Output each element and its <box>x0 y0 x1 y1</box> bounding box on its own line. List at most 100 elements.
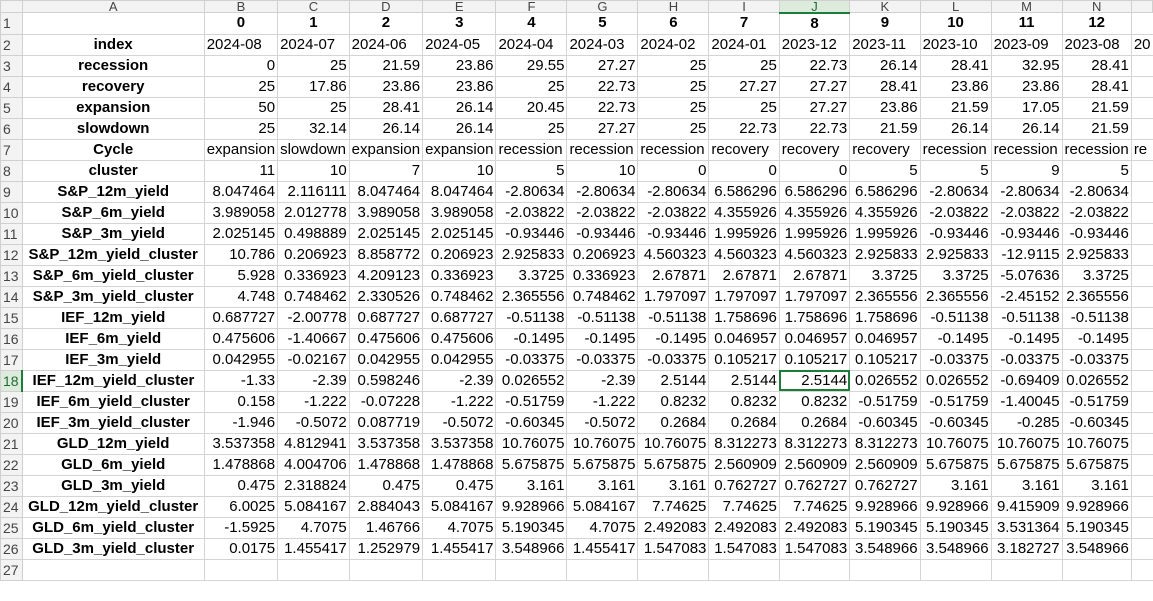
row-header[interactable]: 17 <box>0 348 23 371</box>
row-header[interactable]: 22 <box>0 453 23 476</box>
data-cell[interactable]: 1.547083 <box>637 537 710 560</box>
row-header[interactable]: 26 <box>0 537 23 560</box>
data-cell[interactable]: 0 <box>778 159 851 182</box>
data-cell[interactable]: -0.93446 <box>495 222 568 245</box>
data-cell[interactable]: 23.86 <box>849 96 921 119</box>
data-cell[interactable]: 23.86 <box>422 54 497 77</box>
row-label-cell[interactable]: GLD_3m_yield_cluster <box>21 537 205 560</box>
data-cell[interactable]: 10 <box>566 159 639 182</box>
data-cell[interactable]: -0.51759 <box>919 390 992 413</box>
data-cell[interactable]: -0.03375 <box>637 348 710 371</box>
data-cell[interactable] <box>1130 474 1153 497</box>
data-cell[interactable]: 0.687727 <box>348 306 424 329</box>
data-cell[interactable] <box>637 558 710 581</box>
data-cell[interactable]: 2.925833 <box>495 243 568 266</box>
column-header-l[interactable]: L <box>919 0 992 13</box>
data-cell[interactable]: 28.41 <box>1061 75 1132 98</box>
row-header[interactable]: 4 <box>0 75 23 98</box>
data-cell[interactable]: 5 <box>495 159 568 182</box>
data-cell[interactable] <box>708 558 780 581</box>
data-cell[interactable]: 2.365556 <box>849 285 921 308</box>
data-cell[interactable]: -0.60345 <box>849 411 921 434</box>
column-header-overflow[interactable] <box>1130 0 1153 13</box>
data-cell[interactable] <box>1130 264 1153 287</box>
data-cell[interactable]: 2.560909 <box>778 453 851 476</box>
data-cell[interactable]: 0.042955 <box>348 348 424 371</box>
data-cell[interactable]: -0.1495 <box>1061 327 1132 350</box>
data-cell[interactable]: -0.93446 <box>566 222 639 245</box>
data-cell[interactable] <box>1130 537 1153 560</box>
data-cell[interactable]: 1.547083 <box>708 537 780 560</box>
data-cell[interactable]: -2.03822 <box>495 201 568 224</box>
data-cell[interactable]: 27.27 <box>778 96 851 119</box>
data-cell[interactable] <box>1130 96 1153 119</box>
data-cell[interactable]: 0 <box>637 159 710 182</box>
data-cell[interactable]: 21.59 <box>919 96 992 119</box>
select-all-corner[interactable] <box>0 0 23 13</box>
data-cell[interactable]: 0.498889 <box>277 222 350 245</box>
data-cell[interactable]: 2023-09 <box>990 33 1063 56</box>
data-cell[interactable]: 26.14 <box>348 117 424 140</box>
data-cell[interactable]: 25 <box>203 117 279 140</box>
row-label-cell[interactable]: S&P_6m_yield <box>21 201 205 224</box>
data-cell[interactable]: 21.59 <box>348 54 424 77</box>
data-cell[interactable]: -2.80634 <box>566 180 639 203</box>
data-cell[interactable]: 0.206923 <box>566 243 639 266</box>
data-cell[interactable]: 0.026552 <box>1061 369 1132 392</box>
data-cell[interactable]: 10 <box>277 159 350 182</box>
data-cell[interactable]: 2.925833 <box>919 243 992 266</box>
data-cell[interactable]: 1.995926 <box>849 222 921 245</box>
data-cell[interactable] <box>1130 390 1153 413</box>
data-cell[interactable]: 25 <box>495 117 568 140</box>
data-cell[interactable]: 4.7075 <box>566 516 639 539</box>
data-cell[interactable]: 28.41 <box>849 75 921 98</box>
data-cell[interactable]: 0.2684 <box>637 411 710 434</box>
data-cell[interactable]: 3.161 <box>919 474 992 497</box>
data-cell[interactable]: expansion <box>422 138 497 161</box>
data-cell[interactable]: -2.80634 <box>919 180 992 203</box>
data-cell[interactable] <box>1130 495 1153 518</box>
row-label-cell[interactable]: IEF_3m_yield_cluster <box>21 411 205 434</box>
row-header[interactable]: 1 <box>0 12 23 35</box>
data-cell[interactable]: 1.758696 <box>778 306 851 329</box>
data-cell[interactable] <box>1130 75 1153 98</box>
data-cell[interactable]: 2.365556 <box>1061 285 1132 308</box>
data-cell[interactable]: -0.02167 <box>277 348 350 371</box>
data-cell[interactable]: 0.687727 <box>203 306 279 329</box>
data-cell[interactable]: -0.03375 <box>495 348 568 371</box>
row-header[interactable]: 10 <box>0 201 23 224</box>
data-cell[interactable]: -0.285 <box>990 411 1063 434</box>
data-cell[interactable]: 0.336923 <box>277 264 350 287</box>
data-cell[interactable]: -0.1495 <box>990 327 1063 350</box>
row-label-cell[interactable]: Cycle <box>21 138 205 161</box>
data-cell[interactable]: 0.042955 <box>422 348 497 371</box>
data-cell[interactable]: -0.1495 <box>637 327 710 350</box>
data-cell[interactable]: 3.548966 <box>1061 537 1132 560</box>
column-header-j[interactable]: J <box>778 0 851 14</box>
data-cell[interactable]: 1.455417 <box>566 537 639 560</box>
data-cell[interactable]: 10.786 <box>203 243 279 266</box>
data-cell[interactable] <box>849 558 921 581</box>
data-cell[interactable]: 11 <box>203 159 279 182</box>
data-cell[interactable]: 11 <box>990 12 1063 35</box>
data-cell[interactable]: 28.41 <box>348 96 424 119</box>
row-header[interactable]: 8 <box>0 159 23 182</box>
data-cell[interactable]: -0.93446 <box>637 222 710 245</box>
data-cell[interactable]: 0.2684 <box>708 411 780 434</box>
data-cell[interactable]: 28.41 <box>919 54 992 77</box>
data-cell[interactable]: 2024-02 <box>637 33 710 56</box>
row-header[interactable]: 27 <box>0 558 23 581</box>
data-cell[interactable]: 2024-07 <box>277 33 350 56</box>
data-cell[interactable]: 3.161 <box>990 474 1063 497</box>
data-cell[interactable]: -0.03375 <box>990 348 1063 371</box>
data-cell[interactable]: 7.74625 <box>778 495 851 518</box>
row-header[interactable]: 25 <box>0 516 23 539</box>
data-cell[interactable]: 9.928966 <box>495 495 568 518</box>
data-cell[interactable]: 0.026552 <box>495 369 568 392</box>
data-cell[interactable]: 0 <box>203 12 279 35</box>
data-cell[interactable]: 8.312273 <box>778 432 851 455</box>
data-cell[interactable]: 9.415909 <box>990 495 1063 518</box>
data-cell[interactable]: 9.928966 <box>919 495 992 518</box>
data-cell[interactable] <box>919 558 992 581</box>
data-cell[interactable]: 1.758696 <box>708 306 780 329</box>
